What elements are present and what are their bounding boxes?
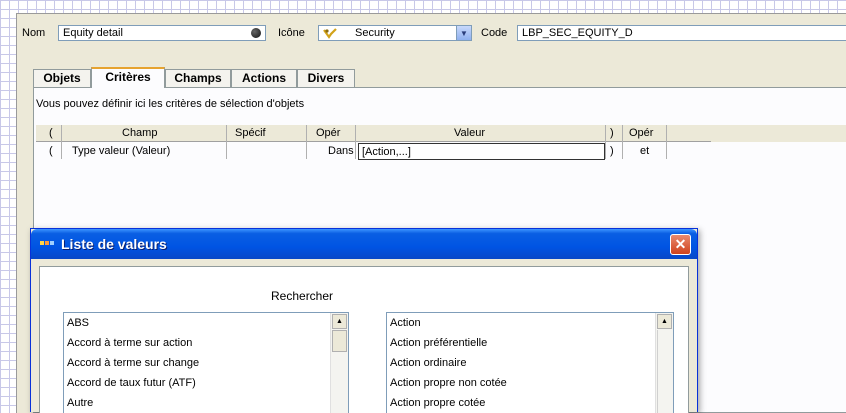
security-icon bbox=[323, 28, 337, 39]
left-list-scrollbar[interactable]: ▲ bbox=[330, 313, 348, 413]
search-label: Rechercher bbox=[271, 289, 334, 303]
col-oper: Opér bbox=[316, 127, 341, 139]
scroll-thumb[interactable] bbox=[332, 330, 347, 352]
tab-criteres[interactable]: Critères bbox=[91, 67, 165, 88]
icone-select[interactable]: Security ▼ bbox=[318, 25, 472, 41]
row-champ: Type valeur (Valeur) bbox=[72, 145, 171, 157]
globe-icon[interactable] bbox=[251, 28, 261, 38]
dialog-title: Liste de valeurs bbox=[61, 236, 167, 252]
nom-label: Nom bbox=[22, 27, 46, 39]
icone-label: Icône bbox=[278, 27, 305, 39]
icone-value: Security bbox=[355, 27, 395, 39]
table-row[interactable]: ( Type valeur (Valeur) Dans [Action,...]… bbox=[36, 143, 711, 160]
list-item[interactable]: Accord à terme sur change bbox=[67, 353, 199, 373]
col-champ: Champ bbox=[122, 127, 158, 139]
tab-actions[interactable]: Actions bbox=[231, 69, 297, 87]
row-close-paren: ) bbox=[610, 145, 614, 157]
tab-objets[interactable]: Objets bbox=[33, 69, 91, 87]
code-field[interactable]: LBP_SEC_EQUITY_D bbox=[517, 25, 846, 41]
criteria-grid-header: ( Champ Spécif Opér Valeur ) Opér bbox=[36, 125, 711, 142]
chevron-down-icon[interactable]: ▼ bbox=[456, 26, 471, 40]
tab-objets-label: Objets bbox=[43, 71, 81, 85]
scroll-up-icon[interactable]: ▲ bbox=[657, 314, 672, 329]
tab-actions-label: Actions bbox=[241, 71, 286, 85]
row-oper: Dans bbox=[328, 145, 354, 157]
list-item[interactable]: Accord de taux futur (ATF) bbox=[67, 373, 196, 393]
code-label: Code bbox=[481, 27, 508, 39]
criteria-grid[interactable]: ( Champ Spécif Opér Valeur ) Opér ( Type… bbox=[36, 120, 846, 230]
selected-values-list[interactable]: Action Action préférentielle Action ordi… bbox=[386, 312, 674, 413]
tab-divers[interactable]: Divers bbox=[297, 69, 355, 87]
app-icon bbox=[40, 241, 56, 247]
col-close-paren: ) bbox=[610, 127, 614, 139]
list-item[interactable]: Action ordinaire bbox=[390, 353, 466, 373]
scroll-track[interactable] bbox=[657, 330, 672, 413]
col-open-paren: ( bbox=[49, 127, 53, 139]
list-item[interactable]: Accord à terme sur action bbox=[67, 333, 192, 353]
list-item[interactable]: Action bbox=[390, 313, 421, 333]
tab-divers-label: Divers bbox=[307, 71, 345, 85]
dialog-title-bar[interactable]: Liste de valeurs ✕ bbox=[31, 229, 697, 259]
row-oper2: et bbox=[640, 145, 650, 157]
right-list-scrollbar[interactable]: ▲ bbox=[655, 313, 673, 413]
close-icon[interactable]: ✕ bbox=[670, 234, 691, 255]
col-valeur: Valeur bbox=[454, 127, 485, 139]
col-oper2: Opér bbox=[629, 127, 654, 139]
tab-champs-label: Champs bbox=[174, 71, 222, 85]
row-valeur-cell[interactable]: [Action,...] bbox=[358, 143, 605, 160]
code-value: LBP_SEC_EQUITY_D bbox=[522, 27, 633, 39]
nom-field[interactable]: Equity detail bbox=[58, 25, 266, 41]
list-item[interactable]: ABS bbox=[67, 313, 89, 333]
list-item[interactable]: Action propre cotée bbox=[390, 393, 485, 413]
col-specif: Spécif bbox=[235, 127, 266, 139]
list-item[interactable]: Action préférentielle bbox=[390, 333, 487, 353]
list-item[interactable]: Autre bbox=[67, 393, 93, 413]
criteria-description: Vous pouvez définir ici les critères de … bbox=[36, 98, 305, 110]
available-values-list[interactable]: ABS Accord à terme sur action Accord à t… bbox=[63, 312, 349, 413]
list-item[interactable]: Action propre non cotée bbox=[390, 373, 507, 393]
liste-de-valeurs-dialog: Liste de valeurs ✕ Rechercher ABS Accord… bbox=[30, 228, 698, 413]
nom-value: Equity detail bbox=[63, 27, 123, 39]
tab-criteres-label: Critères bbox=[105, 70, 151, 84]
scroll-up-icon[interactable]: ▲ bbox=[332, 314, 347, 329]
row-open-paren: ( bbox=[49, 145, 53, 157]
grid-header-filler bbox=[711, 125, 846, 142]
tab-champs[interactable]: Champs bbox=[165, 69, 231, 87]
